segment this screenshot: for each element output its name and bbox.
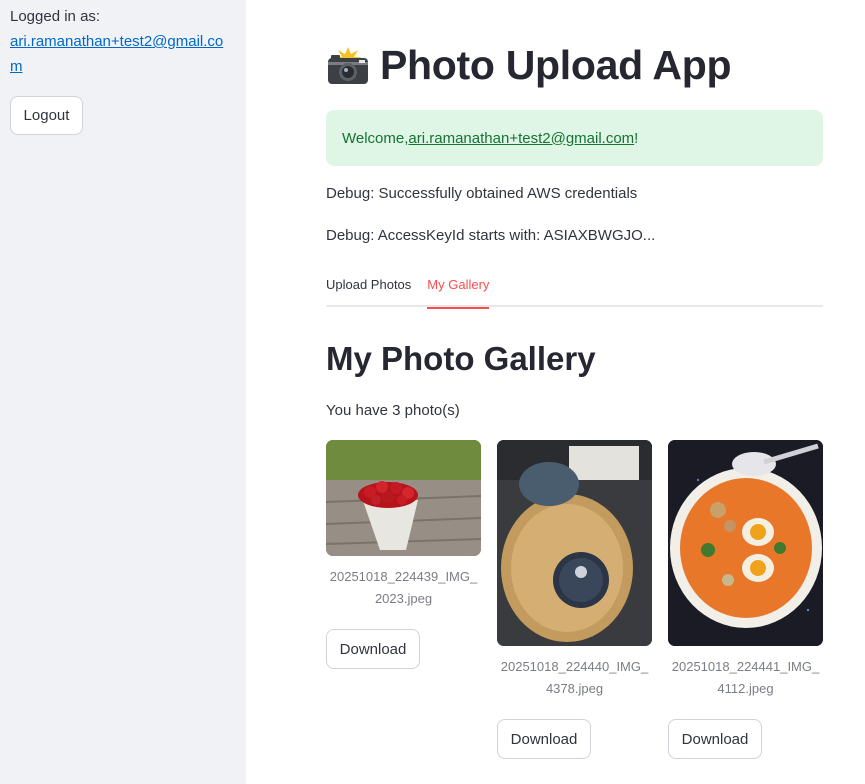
sidebar: Logged in as: ari.ramanathan+test2@gmail… (0, 0, 246, 784)
download-button[interactable]: Download (326, 629, 420, 669)
app-title: Photo Upload App (380, 42, 732, 88)
user-email-link[interactable]: ari.ramanathan+test2@gmail.com (10, 29, 232, 79)
logged-in-label: Logged in as: (10, 8, 101, 25)
welcome-prefix: Welcome, (342, 129, 409, 147)
page-title: Photo Upload App (326, 42, 732, 89)
logout-button[interactable]: Logout (10, 96, 83, 135)
welcome-email-link[interactable]: ari.ramanathan+test2@gmail.com (408, 130, 634, 147)
photo-count-text: You have 3 photo(s) (326, 402, 460, 419)
debug-access-key-text: Debug: AccessKeyId starts with: ASIAXBWG… (326, 227, 656, 244)
download-button[interactable]: Download (497, 719, 591, 759)
noodle-soup-photo (668, 440, 823, 646)
photo-filename: 20251018_224439_IMG_2023.jpeg (329, 569, 478, 606)
debug-credentials-text: Debug: Successfully obtained AWS credent… (326, 185, 638, 202)
gallery-item: 20251018_224439_IMG_2023.jpeg Download (326, 440, 481, 669)
strawberries-photo (326, 440, 481, 556)
welcome-alert: Welcome, ari.ramanathan+test2@gmail.com! (326, 110, 823, 166)
photo-filename: 20251018_224440_IMG_4378.jpeg (500, 659, 649, 696)
tab-upload-photos[interactable]: Upload Photos (326, 270, 411, 307)
gallery-item: 20251018_224441_IMG_4112.jpeg Download (668, 440, 823, 759)
camera-flash-icon (326, 46, 370, 85)
gallery-item: 20251018_224440_IMG_4378.jpeg Download (497, 440, 652, 759)
tab-my-gallery[interactable]: My Gallery (427, 270, 490, 309)
pie-photo (497, 440, 652, 646)
photo-filename: 20251018_224441_IMG_4112.jpeg (671, 659, 820, 696)
download-button[interactable]: Download (668, 719, 762, 759)
tab-bar: Upload Photos My Gallery (326, 270, 823, 309)
gallery-title: My Photo Gallery (326, 340, 596, 377)
welcome-suffix: ! (634, 129, 639, 147)
